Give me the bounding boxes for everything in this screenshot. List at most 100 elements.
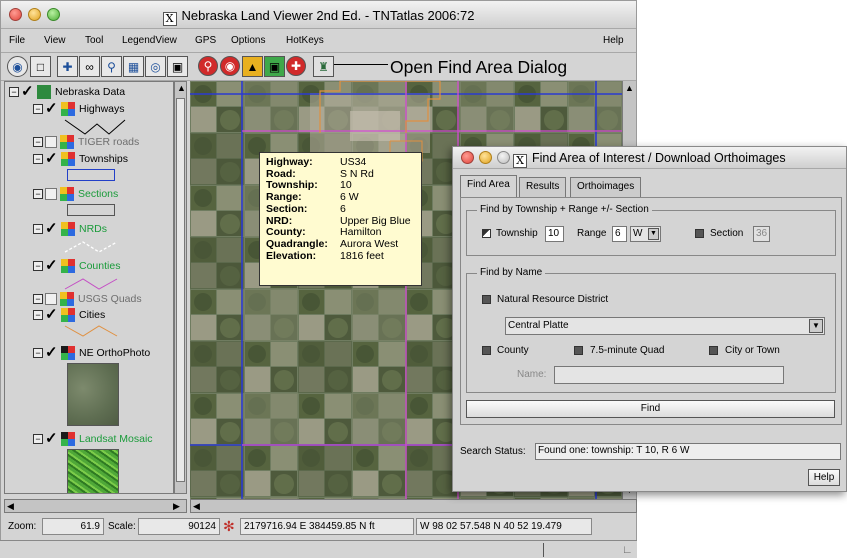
range-direction-value: W <box>633 228 643 239</box>
checkmark-icon[interactable]: ✓ <box>45 151 59 166</box>
resize-grip-icon[interactable]: ∟ <box>622 544 633 556</box>
find-area-icon[interactable]: ♜ <box>313 56 334 77</box>
county-toggle[interactable] <box>482 346 491 355</box>
collapse-icon[interactable]: − <box>33 104 43 114</box>
scroll-up-arrow-icon[interactable]: ▲ <box>625 83 634 93</box>
camera-icon[interactable]: ▣ <box>167 56 188 77</box>
checkmark-icon[interactable]: ✓ <box>45 101 59 116</box>
raster-layer-icon <box>61 346 75 360</box>
section-input[interactable]: 36 <box>753 226 770 242</box>
quad-toggle[interactable] <box>574 346 583 355</box>
legend-layer-townships[interactable]: − ✓ Townships <box>33 150 128 168</box>
menu-hotkeys[interactable]: HotKeys <box>286 35 324 46</box>
checkmark-icon[interactable]: ✓ <box>45 431 59 446</box>
map-hscrollbar[interactable]: ◀ <box>190 499 637 513</box>
scale-field[interactable]: 90124 <box>138 518 220 535</box>
home-zoom-icon[interactable]: ▣ <box>264 56 285 77</box>
checkbox-empty-icon[interactable] <box>45 136 57 148</box>
target-icon[interactable]: ◎ <box>145 56 166 77</box>
collapse-icon[interactable]: − <box>33 294 43 304</box>
city-toggle[interactable] <box>709 346 718 355</box>
zoom-field[interactable]: 61.9 <box>42 518 104 535</box>
dialog-minimize-button[interactable] <box>479 151 492 164</box>
window-title: X Nebraska Land Viewer 2nd Ed. - TNTatlas… <box>1 8 636 26</box>
gps-icon[interactable]: ✻ <box>223 518 235 535</box>
legend-layer-ne-orthophoto[interactable]: − ✓ NE OrthoPhoto <box>33 344 150 362</box>
dialog-close-button[interactable] <box>461 151 474 164</box>
checkbox-empty-icon[interactable] <box>45 293 57 305</box>
range-input[interactable]: 6 <box>612 226 627 242</box>
collapse-icon[interactable]: − <box>33 434 43 444</box>
scroll-left-arrow-icon[interactable]: ◀ <box>193 501 200 511</box>
menu-file[interactable]: File <box>9 35 25 46</box>
collapse-icon[interactable]: − <box>9 87 19 97</box>
scroll-right-arrow-icon[interactable]: ▶ <box>173 501 180 511</box>
nrd-selected-value: Central Platte <box>508 320 569 331</box>
measure-icon[interactable]: ∞ <box>79 56 100 77</box>
tab-results[interactable]: Results <box>519 177 567 197</box>
collapse-icon[interactable]: − <box>33 261 43 271</box>
collapse-icon[interactable]: − <box>33 224 43 234</box>
layout-icon[interactable]: ▲ <box>242 56 263 77</box>
legend-layer-nrds[interactable]: − ✓ NRDs <box>33 220 107 238</box>
menu-legendview[interactable]: LegendView <box>122 35 177 46</box>
legend-layer-counties[interactable]: − ✓ Counties <box>33 257 120 275</box>
layer-label: Landsat Mosaic <box>79 433 153 445</box>
dialog-zoom-button[interactable] <box>497 151 510 164</box>
menu-tool[interactable]: Tool <box>85 35 103 46</box>
legend-layer-landsat-mosaic[interactable]: − ✓ Landsat Mosaic <box>33 430 153 448</box>
scroll-up-arrow-icon[interactable]: ▲ <box>177 83 186 93</box>
township-label: Township <box>496 228 538 239</box>
checkmark-icon[interactable]: ✓ <box>45 345 59 360</box>
checkmark-icon[interactable]: ✓ <box>45 258 59 273</box>
checkmark-icon[interactable]: ✓ <box>45 307 59 322</box>
collapse-icon[interactable]: − <box>33 189 43 199</box>
collapse-icon[interactable]: − <box>33 310 43 320</box>
scroll-thumb[interactable] <box>176 98 185 482</box>
chevron-down-icon[interactable]: ▼ <box>809 319 823 333</box>
scroll-left-arrow-icon[interactable]: ◀ <box>7 501 14 511</box>
checkmark-icon[interactable]: ✓ <box>45 221 59 236</box>
tab-find-area[interactable]: Find Area <box>460 175 517 197</box>
legend-layer-tiger-roads[interactable]: − TIGER roads <box>33 133 139 151</box>
zoom-back-icon[interactable]: ✚ <box>286 56 306 76</box>
bottom-message-bar: ∟ <box>0 540 637 558</box>
range-direction-select[interactable]: W ▼ <box>630 226 661 242</box>
menu-gps[interactable]: GPS <box>195 35 216 46</box>
find-button[interactable]: Find <box>466 400 835 418</box>
legend-layer-cities[interactable]: − ✓ Cities <box>33 306 105 324</box>
help-button[interactable]: Help <box>808 469 840 486</box>
menu-view[interactable]: View <box>44 35 66 46</box>
legend-layer-highways[interactable]: − ✓ Highways <box>33 100 125 118</box>
collapse-icon[interactable]: − <box>33 137 43 147</box>
select-icon[interactable]: □ <box>30 56 51 77</box>
legend-scrollbar[interactable]: ▲ <box>174 81 187 494</box>
checkbox-empty-icon[interactable] <box>45 188 57 200</box>
collapse-icon[interactable]: − <box>33 348 43 358</box>
nrd-select[interactable]: Central Platte ▼ <box>505 317 825 335</box>
search-status-field: Found one: township: T 10, R 6 W <box>535 443 841 460</box>
township-toggle[interactable] <box>482 229 491 238</box>
township-input[interactable]: 10 <box>545 226 564 242</box>
tab-orthoimages[interactable]: Orthoimages <box>570 177 642 197</box>
zoom-in-icon[interactable]: ⚲ <box>198 56 218 76</box>
nrd-toggle[interactable] <box>482 295 491 304</box>
collapse-icon[interactable]: − <box>33 154 43 164</box>
zoom-box-icon[interactable]: ⚲ <box>101 56 122 77</box>
layer-label: NE OrthoPhoto <box>79 347 151 359</box>
legend-root[interactable]: − ✓ Nebraska Data <box>9 83 125 101</box>
map-datatip: Highway: US34 Road: S N Rd Township: 10 Ran… <box>259 152 422 286</box>
legend-hscrollbar[interactable]: ◀ ▶ <box>4 499 187 513</box>
pan-icon[interactable]: ✚ <box>57 56 78 77</box>
name-input[interactable] <box>554 366 784 384</box>
chevron-down-icon[interactable]: ▼ <box>648 228 659 240</box>
checkmark-icon[interactable]: ✓ <box>21 84 35 99</box>
menu-help[interactable]: Help <box>603 35 624 46</box>
legend-layer-sections[interactable]: − Sections <box>33 185 118 203</box>
section-toggle[interactable] <box>695 229 704 238</box>
zoom-out-icon[interactable]: ◉ <box>220 56 240 76</box>
menu-options[interactable]: Options <box>231 35 265 46</box>
datatip-key: Quadrangle: <box>266 237 328 250</box>
info-icon[interactable]: ◉ <box>7 56 28 77</box>
extents-icon[interactable]: ▦ <box>123 56 144 77</box>
